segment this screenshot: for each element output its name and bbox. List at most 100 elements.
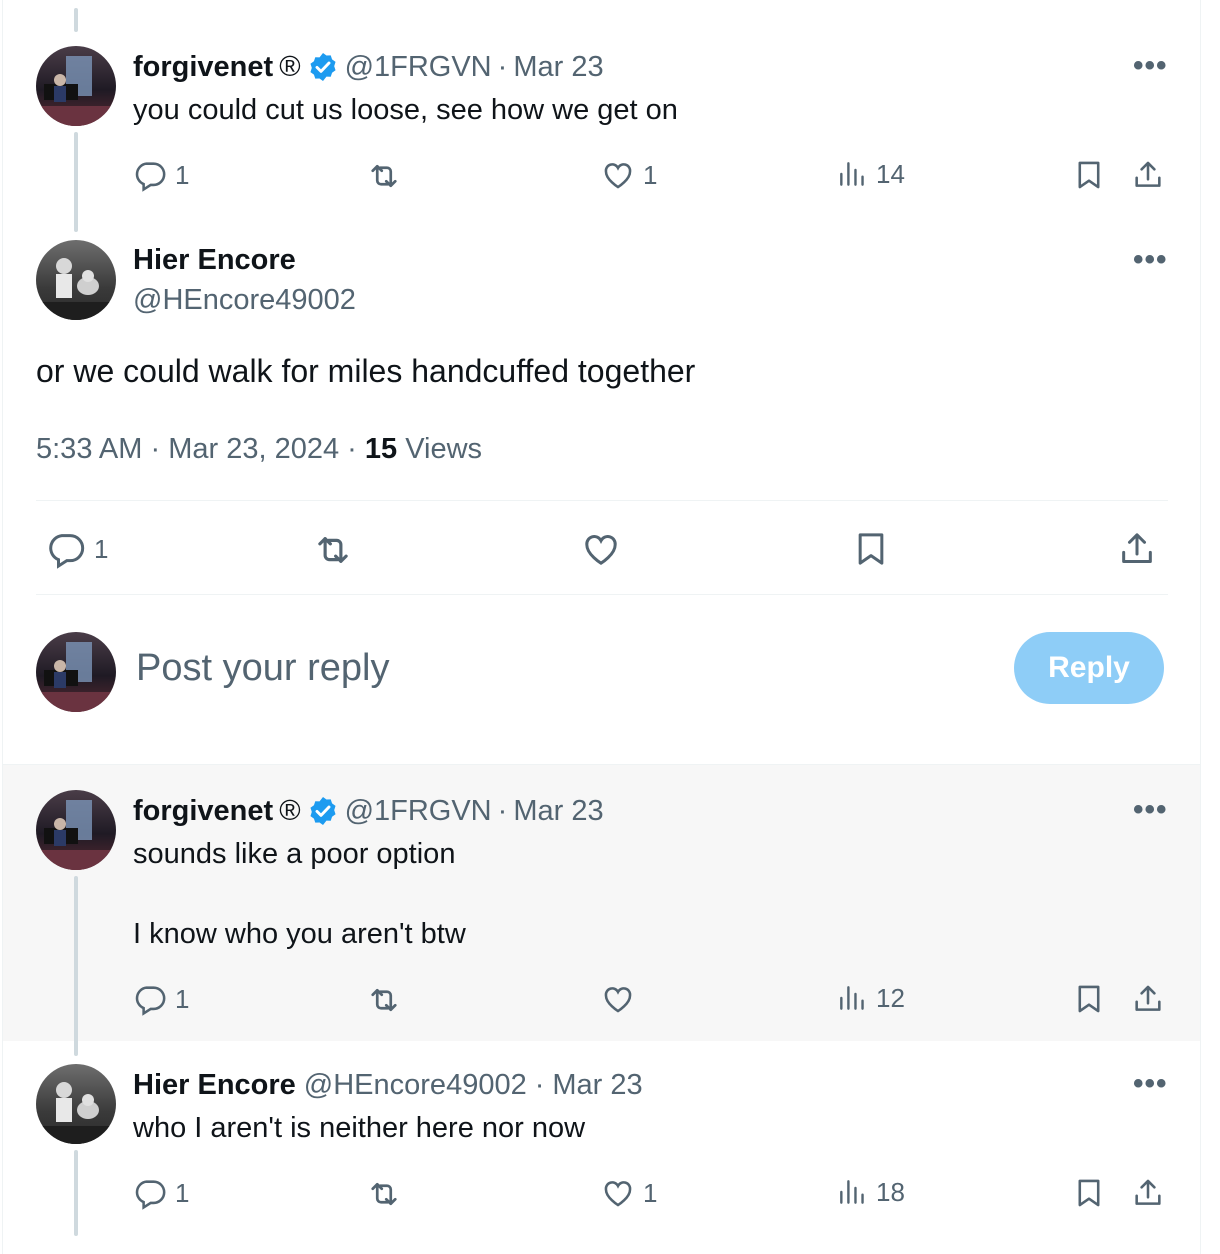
views-button[interactable]: 14 [836,158,905,190]
separator: · [347,433,357,465]
share-button[interactable] [1117,529,1157,569]
author-handle[interactable]: @HEncore49002 [133,284,356,317]
avatar[interactable] [36,46,116,126]
more-icon[interactable]: ••• [1133,1069,1168,1099]
retweet-button[interactable] [312,529,354,571]
views-button[interactable]: 12 [836,982,905,1014]
verified-badge-icon [307,51,339,83]
retweet-icon [366,982,402,1018]
like-button[interactable] [581,529,621,569]
retweet-button[interactable] [366,158,402,194]
share-button[interactable] [1131,1176,1165,1210]
reply-button[interactable]: 1 [46,529,108,569]
post-text: or we could walk for miles handcuffed to… [36,353,696,389]
heart-icon [601,982,635,1016]
share-button[interactable] [1131,982,1165,1016]
reply-count: 1 [175,1177,190,1208]
share-icon [1131,158,1165,192]
share-icon [1131,982,1165,1016]
author-name[interactable]: forgivenet [133,795,273,828]
views-count: 15 [364,433,398,465]
views-count: 14 [876,158,905,189]
reply-button[interactable]: 1 [133,982,189,1016]
reply-input[interactable] [136,640,976,696]
thread-line [74,8,78,32]
like-count: 1 [643,1177,658,1208]
reply-icon [133,982,167,1016]
share-button[interactable] [1131,158,1165,192]
post-time[interactable]: 5:33 AM [36,433,142,465]
author-handle[interactable]: @HEncore49002 [304,1069,527,1102]
tweet-date[interactable]: Mar 23 [552,1069,642,1102]
author-name[interactable]: forgivenet [133,51,273,84]
reply-count: 1 [94,533,109,564]
author-name[interactable]: Hier Encore [133,1069,296,1102]
thread-line [74,1150,78,1236]
retweet-icon [366,1176,402,1212]
author-handle[interactable]: @1FRGVN [345,795,492,828]
tweet-text: you could cut us loose, see how we get o… [133,94,678,126]
bookmark-button[interactable] [1072,158,1106,192]
tweet-header: forgivenet ® @1FRGVN · Mar 23 [133,50,604,84]
verified-badge-icon [307,795,339,827]
retweet-icon [366,158,402,194]
tweet-text-line: I know who you aren't btw [133,918,466,950]
analytics-icon [836,982,868,1014]
share-icon [1131,1176,1165,1210]
tweet-date[interactable]: Mar 23 [513,795,603,828]
bookmark-icon [1072,158,1106,192]
reply-icon [133,1176,167,1210]
reply-count: 1 [175,159,190,190]
retweet-button[interactable] [366,982,402,1018]
author-name[interactable]: Hier Encore [133,244,296,277]
bookmark-button[interactable] [1072,1176,1106,1210]
registered-mark: ® [279,50,301,83]
more-icon[interactable]: ••• [1133,245,1168,275]
heart-icon [581,529,621,569]
like-button[interactable] [601,982,635,1016]
heart-icon [601,158,635,192]
bookmark-icon [851,529,891,569]
views-label: Views [405,433,483,465]
post-meta: 5:33 AM · Mar 23, 2024 · 15 Views [36,433,482,466]
avatar[interactable] [36,240,116,320]
reply-icon [46,529,86,569]
author-handle[interactable]: @1FRGVN [345,51,492,84]
bookmark-icon [1072,982,1106,1016]
heart-icon [601,1176,635,1210]
views-button[interactable]: 18 [836,1176,905,1208]
like-button[interactable]: 1 [601,158,657,192]
tweet-header: forgivenet ® @1FRGVN · Mar 23 [133,794,604,828]
separator: · [497,50,508,83]
tweet-text-line: sounds like a poor option [133,838,456,870]
views-count: 12 [876,982,905,1013]
separator: · [150,433,161,465]
post-date[interactable]: Mar 23, 2024 [168,433,339,465]
analytics-icon [836,158,868,190]
reply-button[interactable]: 1 [133,1176,189,1210]
divider [36,594,1168,595]
registered-mark: ® [279,794,301,827]
retweet-icon [312,529,354,571]
tweet-header: Hier Encore @HEncore49002 · Mar 23 [133,1068,643,1102]
thread-line [74,132,78,232]
more-icon[interactable]: ••• [1133,51,1168,81]
reply-count: 1 [175,983,190,1014]
avatar[interactable] [36,790,116,870]
like-count: 1 [643,159,658,190]
share-icon [1117,529,1157,569]
separator: · [534,1068,545,1101]
tweet-date[interactable]: Mar 23 [513,51,603,84]
like-button[interactable]: 1 [601,1176,657,1210]
views-count: 18 [876,1176,905,1207]
retweet-button[interactable] [366,1176,402,1212]
bookmark-button[interactable] [1072,982,1106,1016]
avatar[interactable] [36,1064,116,1144]
analytics-icon [836,1176,868,1208]
reply-button[interactable]: 1 [133,158,189,192]
reply-button[interactable]: Reply [1014,632,1164,704]
bookmark-button[interactable] [851,529,891,569]
bookmark-icon [1072,1176,1106,1210]
more-icon[interactable]: ••• [1133,795,1168,825]
separator: · [497,794,508,827]
